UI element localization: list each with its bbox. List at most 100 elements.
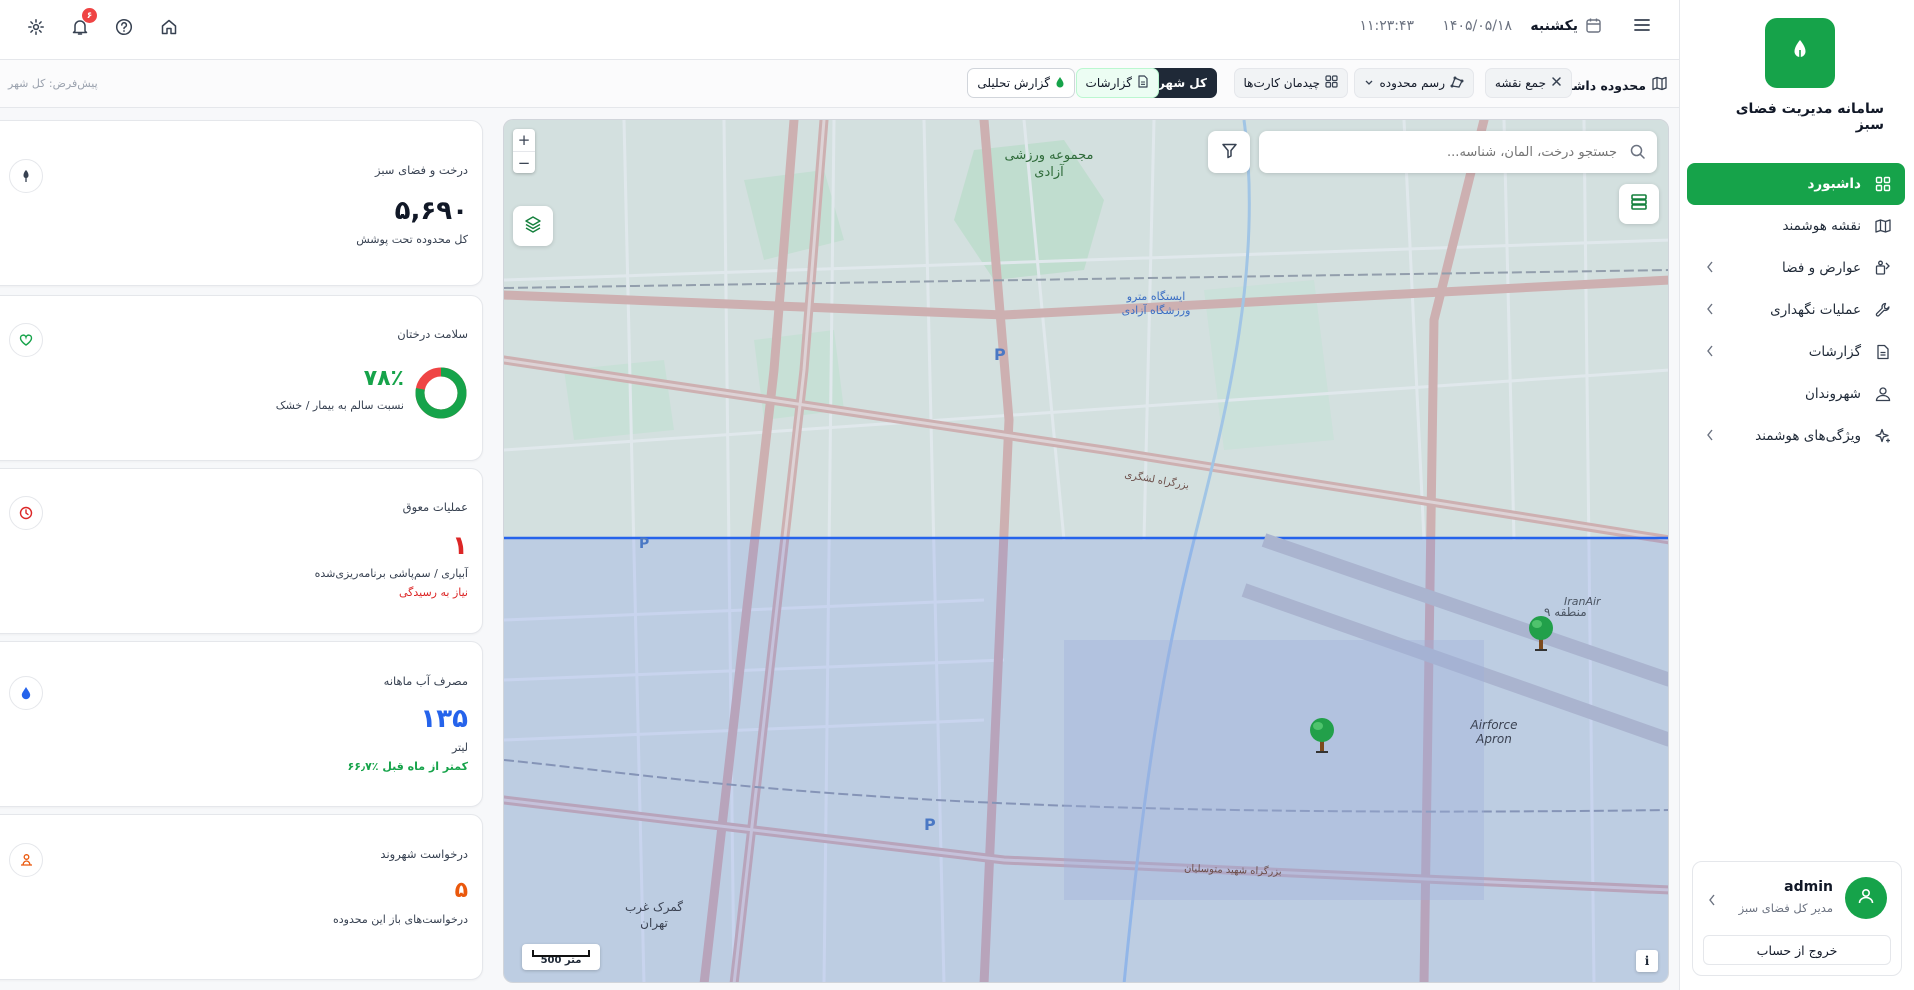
- avatar[interactable]: [1845, 877, 1887, 919]
- sapling-icon: [9, 159, 43, 193]
- card-title: عملیات معوق: [402, 500, 468, 514]
- user-name: admin: [1784, 879, 1833, 895]
- card-value: ۱: [452, 531, 468, 561]
- card-subtitle: درخواست‌های باز این محدوده: [333, 913, 468, 926]
- time-text: ۱۱:۲۳:۴۳: [1359, 18, 1414, 34]
- map-label-sports: مجموعه ورزشی آزادی: [1004, 148, 1094, 180]
- chevron-left-icon[interactable]: [1707, 892, 1717, 911]
- svg-text:P: P: [639, 536, 649, 552]
- card-trend: ۶۶٫۷٪ کمتر از ماه قبل: [347, 760, 468, 773]
- calendar-icon: [1585, 17, 1602, 38]
- map-icon: [1873, 216, 1893, 236]
- card-water-usage[interactable]: مصرف آب ماهانه ۱۳۵ لیتر ۶۶٫۷٪ کمتر از ما…: [0, 641, 483, 807]
- analytic-report-label: گزارش تحلیلی: [977, 76, 1050, 90]
- collapse-map-button[interactable]: جمع نقشه: [1484, 68, 1572, 98]
- citizen-icon: [9, 843, 43, 877]
- card-value: ۵: [454, 878, 468, 903]
- tree-marker-icon[interactable]: [1307, 715, 1337, 755]
- card-layout-label: چیدمان کارت‌ها: [1243, 76, 1321, 90]
- map-search-box: [1259, 131, 1657, 173]
- sidebar-item-smart-features[interactable]: ویژگی‌های هوشمند: [1687, 415, 1905, 457]
- card-value: ۵,۶۹۰: [394, 196, 468, 226]
- zoom-out-button[interactable]: −: [513, 151, 535, 173]
- day-name: یکشنبه: [1530, 18, 1578, 34]
- chevron-left-icon: [1705, 260, 1715, 278]
- notification-bell-icon[interactable]: ۶: [69, 8, 97, 38]
- sidebar-item-smart-map[interactable]: نقشه هوشمند: [1687, 205, 1905, 247]
- map-toolbar: محدوده داشبورد جمع نقشه رسم محدوده چیدما…: [0, 60, 1679, 108]
- card-tree-health[interactable]: سلامت درختان ۷۸٪ نسبت سالم به بیمار / خش…: [0, 295, 483, 461]
- map-info-button[interactable]: i: [1636, 950, 1658, 972]
- heart-icon: [9, 323, 43, 357]
- settings-gear-icon[interactable]: [25, 16, 47, 38]
- map-label-customs: گمرک غرب تهران: [624, 900, 684, 930]
- grid-icon: [1873, 174, 1893, 194]
- home-icon[interactable]: [158, 16, 180, 38]
- chevron-left-icon: [1705, 302, 1715, 320]
- top-header: یکشنبه ۱۴۰۵/۰۵/۱۸ ۱۱:۲۳:۴۳ ۶: [0, 0, 1679, 60]
- card-overdue-operations[interactable]: عملیات معوق ۱ آبیاری / سم‌پاشی برنامه‌ری…: [0, 468, 483, 634]
- zoom-in-button[interactable]: +: [513, 129, 535, 151]
- card-subtitle: نسبت سالم به بیمار / خشک: [275, 399, 404, 412]
- sidebar-item-label: گزارشات: [1808, 344, 1861, 360]
- layer-list-button[interactable]: [1619, 184, 1659, 224]
- clock-icon: [9, 496, 43, 530]
- drop-icon: [1055, 76, 1065, 91]
- sidebar-item-label: نقشه هوشمند: [1782, 218, 1861, 234]
- close-icon: [1551, 76, 1562, 90]
- leaf-icon: [1789, 38, 1811, 68]
- collapse-map-label: جمع نقشه: [1494, 76, 1546, 90]
- app-logo: [1765, 18, 1835, 88]
- sidebar-item-label: شهروندان: [1804, 386, 1861, 402]
- card-layout-button[interactable]: چیدمان کارت‌ها: [1233, 68, 1348, 98]
- filter-funnel-icon: [1221, 142, 1238, 163]
- sidebar-item-reports[interactable]: گزارشات: [1687, 331, 1905, 373]
- sidebar-item-label: داشبورد: [1807, 176, 1861, 192]
- grid-icon: [1325, 75, 1338, 91]
- card-title: مصرف آب ماهانه: [383, 674, 468, 688]
- layers-icon: [524, 215, 542, 237]
- map-base-layer: P P P: [504, 120, 1668, 982]
- notification-badge: ۶: [82, 8, 97, 23]
- card-green-space[interactable]: درخت و فضای سبز ۵,۶۹۰ کل محدوده تحت پوشش: [0, 120, 483, 286]
- card-title: درخت و فضای سبز: [374, 163, 468, 177]
- menu-icon[interactable]: [1633, 16, 1651, 38]
- sidebar-item-label: ویژگی‌های هوشمند: [1755, 428, 1861, 444]
- card-subtitle: کل محدوده تحت پوشش: [356, 233, 468, 246]
- search-icon: [1630, 144, 1645, 163]
- user-card: admin مدیر کل فضای سبز خروج از حساب: [1692, 861, 1902, 976]
- card-citizen-requests[interactable]: درخواست شهروند ۵ درخواست‌های باز این محد…: [0, 814, 483, 980]
- svg-text:P: P: [924, 815, 936, 834]
- analytic-report-button[interactable]: گزارش تحلیلی: [967, 68, 1075, 98]
- help-icon[interactable]: [113, 16, 135, 38]
- zoom-control: + −: [513, 129, 535, 173]
- database-stack-icon: [1630, 193, 1648, 215]
- draw-polygon-icon: [1450, 75, 1464, 92]
- chevron-left-icon: [1705, 428, 1715, 446]
- card-unit: لیتر: [451, 741, 468, 754]
- health-donut-chart: [415, 367, 467, 419]
- water-drop-icon: [9, 676, 43, 710]
- map-search-input[interactable]: [1277, 131, 1617, 173]
- app-title: سامانه مدیریت فضای سبز: [1735, 101, 1884, 133]
- sidebar-item-citizens[interactable]: شهروندان: [1687, 373, 1905, 415]
- date-text: ۱۴۰۵/۰۵/۱۸: [1442, 18, 1512, 34]
- card-subtitle: آبیاری / سم‌پاشی برنامه‌ریزی‌شده: [314, 567, 468, 580]
- sidebar-nav: داشبورد نقشه هوشمند عوارض و فضا عملیات ن…: [1679, 163, 1914, 457]
- basemap-layers-button[interactable]: [513, 206, 553, 246]
- reports-label: گزارشات: [1085, 76, 1132, 90]
- chevron-left-icon: [1705, 344, 1715, 362]
- filter-button[interactable]: [1208, 131, 1250, 173]
- sidebar-item-features[interactable]: عوارض و فضا: [1687, 247, 1905, 289]
- card-value: ۱۳۵: [420, 704, 468, 734]
- logout-button[interactable]: خروج از حساب: [1703, 935, 1891, 965]
- sidebar-item-maintenance[interactable]: عملیات نگهداری: [1687, 289, 1905, 331]
- map-view[interactable]: P P P مجموعه ورزشی آزادی ایستگاه مترو ور…: [503, 119, 1669, 983]
- draw-area-button[interactable]: رسم محدوده: [1354, 68, 1474, 98]
- sidebar-item-dashboard[interactable]: داشبورد: [1687, 163, 1905, 205]
- map-label-metro: ایستگاه مترو ورزشگاه آزادی: [1121, 290, 1191, 318]
- tree-marker-icon[interactable]: [1526, 613, 1556, 653]
- reports-button[interactable]: گزارشات: [1075, 68, 1159, 98]
- card-title: درخواست شهروند: [380, 847, 468, 861]
- map-scale-bar: 500 متر: [522, 944, 600, 970]
